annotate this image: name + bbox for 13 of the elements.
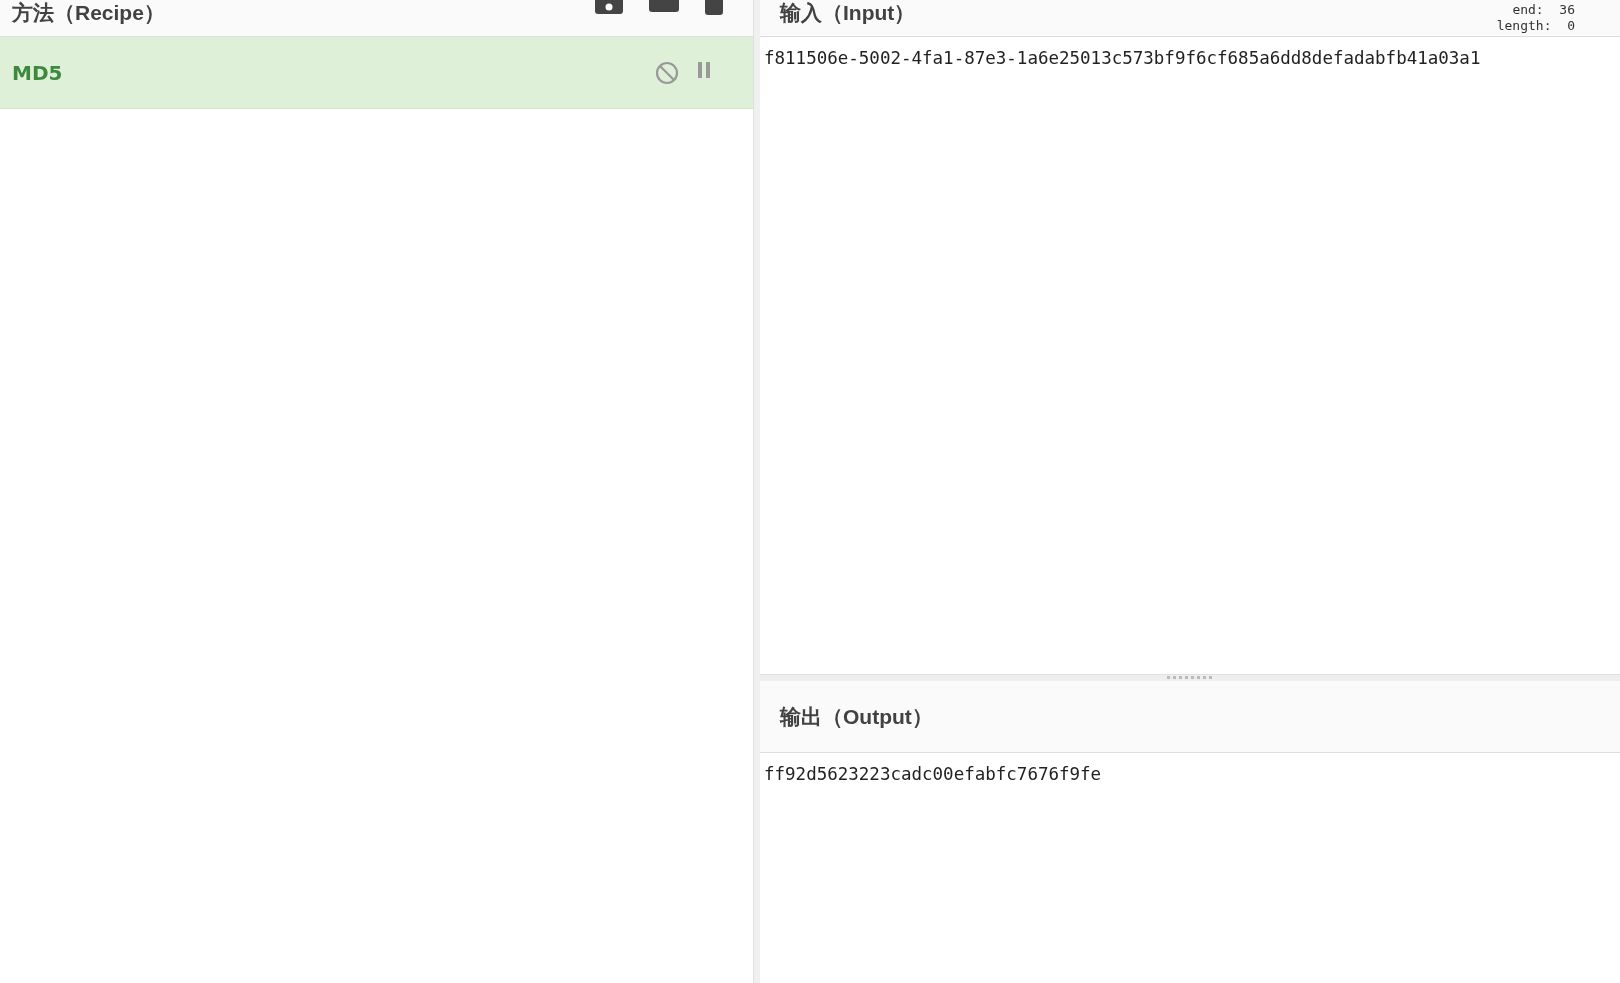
disable-icon[interactable]	[655, 60, 679, 85]
input-text[interactable]: f811506e-5002-4fa1-87e3-1a6e25013c573bf9f6cf685a6dd8defadabfb41a03a1	[760, 37, 1620, 80]
panel-title: 输出（Output）	[780, 704, 933, 729]
panel-splitter[interactable]	[753, 0, 760, 983]
panel-title: 输入（Input）	[778, 1, 916, 25]
pause-icon[interactable]	[697, 60, 711, 79]
stat-text: length: 0	[1496, 18, 1575, 34]
operation-row[interactable]: MD5	[0, 37, 753, 109]
resize-handle-icon[interactable]	[1167, 675, 1213, 679]
output-text: ff92d5623223cadc00efabfc7676f9fe	[763, 763, 1103, 786]
stat-text: end: 36	[1511, 2, 1575, 18]
panel-title: 方法（Recipe）	[12, 1, 165, 25]
operation-name: MD5	[12, 59, 63, 87]
